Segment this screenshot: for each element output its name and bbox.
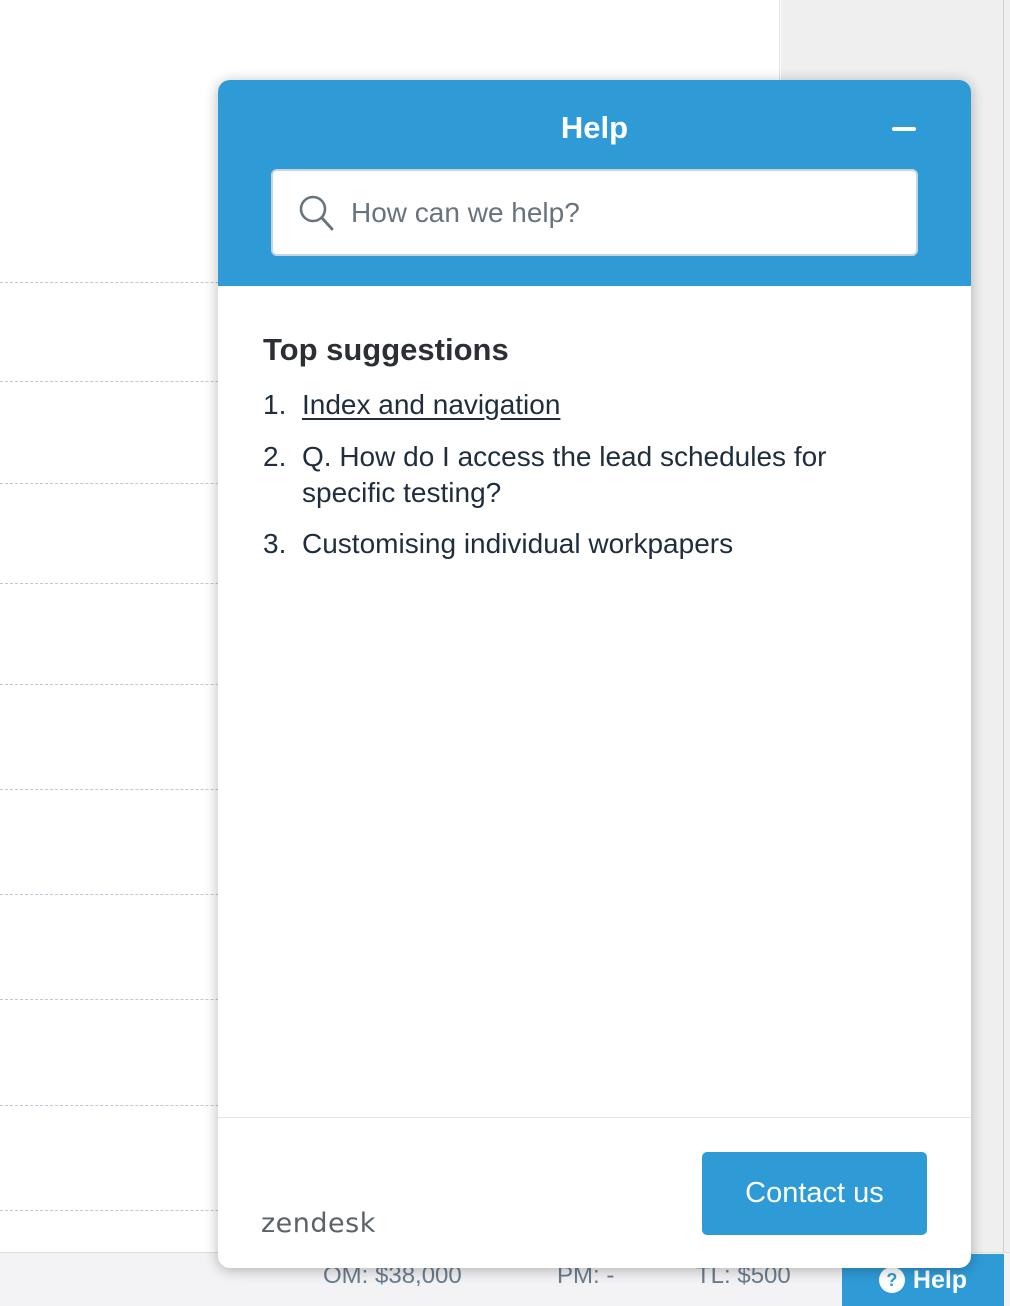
suggestion-item[interactable]: 2. Q. How do I access the lead schedules… — [263, 439, 923, 511]
zendesk-logo: zendesk — [261, 1208, 376, 1239]
help-widget: Help Top suggestions 1. Index and naviga… — [218, 80, 971, 1268]
suggestion-number: 3. — [263, 528, 287, 559]
search-icon — [299, 195, 334, 231]
widget-title: Help — [560, 110, 629, 145]
scrollbar-track[interactable] — [1003, 0, 1004, 1252]
suggestion-item[interactable]: 1. Index and navigation — [263, 387, 923, 423]
suggestion-link[interactable]: Index and navigation — [302, 387, 923, 423]
suggestion-link[interactable]: Customising individual workpapers — [302, 526, 923, 562]
search-input[interactable] — [351, 191, 891, 235]
help-launcher-label: Help — [912, 1265, 968, 1294]
suggestion-link[interactable]: Q. How do I access the lead schedules fo… — [302, 439, 923, 511]
suggestion-item[interactable]: 3. Customising individual workpapers — [263, 526, 923, 562]
question-circle-icon: ? — [878, 1267, 905, 1293]
minimize-button[interactable] — [886, 114, 922, 144]
suggestion-number: 1. — [263, 389, 287, 420]
minimize-icon — [892, 127, 916, 131]
suggestion-number: 2. — [263, 441, 287, 472]
search-box[interactable] — [271, 169, 918, 256]
footer-divider — [218, 1117, 971, 1118]
suggestions-heading: Top suggestions — [263, 332, 509, 367]
widget-header: Help — [218, 80, 971, 286]
contact-us-button[interactable]: Contact us — [702, 1152, 927, 1235]
